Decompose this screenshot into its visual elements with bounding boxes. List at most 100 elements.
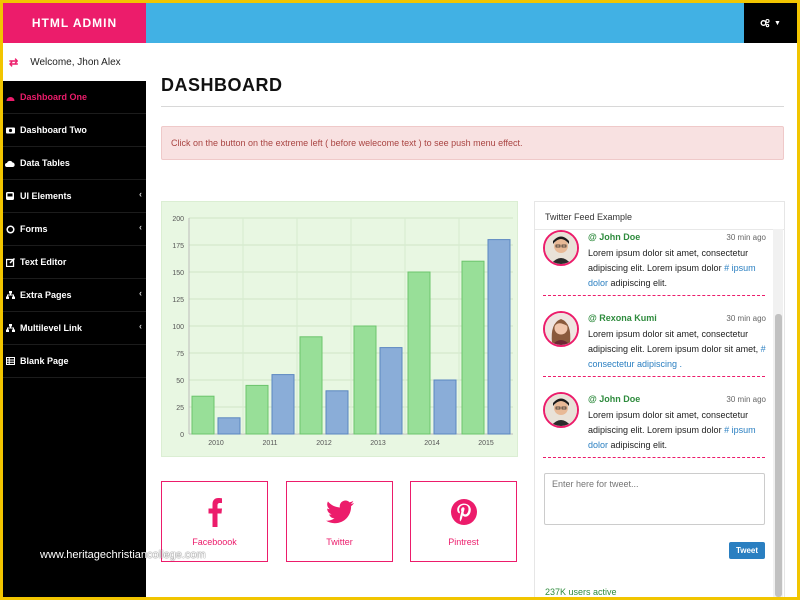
- tweet-item: @ John Doe 30 min ago Lorem ipsum dolor …: [543, 392, 768, 458]
- chevron-left-icon: ‹: [139, 321, 142, 331]
- tweet-button[interactable]: Tweet: [729, 542, 765, 559]
- brand-logo[interactable]: HTML ADMIN: [3, 3, 146, 43]
- sidebar-item-label: Multilevel Link: [20, 323, 83, 333]
- tweet-body-end: adipiscing elit.: [608, 278, 668, 288]
- y-tick-label: 25: [176, 405, 184, 412]
- sidebar-item-label: UI Elements: [20, 191, 72, 201]
- bar: [245, 384, 269, 435]
- sidebar-item-label: Forms: [20, 224, 48, 234]
- page-title: DASHBOARD: [161, 75, 283, 95]
- welcome-bar: ⇄ Welcome, Jhon Alex: [3, 43, 146, 81]
- tweet-time: 30 min ago: [726, 233, 766, 242]
- x-tick-label: 2011: [262, 440, 277, 447]
- sitemap-icon: [5, 323, 15, 333]
- tweet-text: Lorem ipsum dolor sit amet, consectetur …: [588, 327, 768, 372]
- scrollbar-thumb[interactable]: [775, 314, 782, 597]
- bar: [407, 271, 431, 435]
- tweet-input[interactable]: [544, 473, 765, 525]
- tweet-body: Lorem ipsum dolor sit amet, consectetur …: [588, 329, 759, 354]
- x-tick-label: 2015: [478, 440, 494, 447]
- table-icon: [5, 356, 15, 366]
- bar: [353, 325, 377, 435]
- sidebar-item-data-tables[interactable]: Data Tables: [3, 147, 146, 180]
- sidebar-item-ui-elements[interactable]: UI Elements ‹: [3, 180, 146, 213]
- tweet-text: Lorem ipsum dolor sit amet, consectetur …: [588, 408, 768, 453]
- twitter-label: Twitter: [326, 536, 353, 547]
- sidebar-item-dashboard-one[interactable]: Dashboard One: [3, 81, 146, 114]
- twitter-icon: [325, 497, 354, 527]
- chart-svg: 0 25 50 75 100 125 150 175 200 2010 2011 2012 2013 20…: [172, 216, 513, 447]
- bar: [487, 239, 511, 435]
- sidebar: Dashboard One Dashboard Two Data Tables …: [3, 81, 146, 597]
- cogs-icon: [760, 18, 770, 28]
- exchange-icon[interactable]: ⇄: [9, 56, 18, 69]
- bus-icon: [5, 191, 15, 201]
- sidebar-item-forms[interactable]: Forms ‹: [3, 213, 146, 246]
- avatar: [543, 392, 579, 428]
- bar: [217, 417, 241, 435]
- y-tick-label: 200: [172, 216, 184, 223]
- top-navbar: [146, 3, 744, 43]
- bar: [299, 336, 323, 435]
- tweet-time: 30 min ago: [726, 395, 766, 404]
- sidebar-item-label: Dashboard Two: [20, 125, 87, 135]
- y-tick-label: 50: [176, 378, 184, 385]
- pinterest-card[interactable]: Pintrest: [410, 481, 517, 562]
- y-tick-label: 0: [180, 432, 184, 439]
- tweet-author[interactable]: @ John Doe: [588, 232, 640, 242]
- tweet-item: @ Rexona Kumi 30 min ago Lorem ipsum dol…: [543, 311, 768, 377]
- sidebar-item-label: Blank Page: [20, 356, 69, 366]
- avatar: [543, 230, 579, 266]
- chevron-left-icon: ‹: [139, 189, 142, 199]
- bar: [379, 347, 403, 435]
- chevron-down-icon: ▼: [774, 19, 781, 27]
- edit-icon: [5, 257, 15, 267]
- sidebar-item-blank-page[interactable]: Blank Page: [3, 345, 146, 378]
- sidebar-item-multilevel-link[interactable]: Multilevel Link ‹: [3, 312, 146, 345]
- y-tick-label: 125: [172, 297, 184, 304]
- y-tick-label: 100: [172, 324, 184, 331]
- facebook-label: Faceboook: [192, 536, 237, 547]
- sitemap-icon: [5, 290, 15, 300]
- alert-message: Click on the button on the extreme left …: [161, 126, 784, 160]
- y-tick-label: 150: [172, 270, 184, 277]
- tweet-author[interactable]: @ Rexona Kumi: [588, 313, 657, 323]
- tweet-time: 30 min ago: [726, 314, 766, 323]
- avatar: [543, 311, 579, 347]
- x-tick-label: 2014: [424, 440, 440, 447]
- chevron-left-icon: ‹: [139, 288, 142, 298]
- tweet-body-end: adipiscing elit.: [608, 440, 668, 450]
- y-tick-label: 175: [172, 243, 184, 250]
- pinterest-label: Pintrest: [448, 536, 479, 547]
- y-tick-label: 75: [176, 351, 184, 358]
- sidebar-item-text-editor[interactable]: Text Editor: [3, 246, 146, 279]
- twitter-card[interactable]: Twitter: [286, 481, 393, 562]
- bar: [191, 395, 215, 435]
- cloud-icon: [5, 158, 15, 168]
- dashboard-icon: [5, 92, 15, 102]
- camera-icon: [5, 125, 15, 135]
- users-active-count: 237K users active: [545, 587, 617, 597]
- welcome-text: Welcome, Jhon Alex: [30, 56, 121, 68]
- app-frame: HTML ADMIN ▼ ⇄ Welcome, Jhon Alex Dashbo…: [3, 3, 797, 597]
- facebook-icon: [207, 497, 223, 527]
- tweet-text: Lorem ipsum dolor sit amet, consectetur …: [588, 246, 768, 291]
- sidebar-item-label: Dashboard One: [20, 92, 88, 102]
- chevron-left-icon: ‹: [139, 222, 142, 232]
- watermark: www.heritagechristiancollege.com: [40, 549, 206, 561]
- bar-chart: 0 25 50 75 100 125 150 175 200 2010 2011 2012 2013 20…: [161, 201, 518, 457]
- bar: [433, 379, 457, 435]
- settings-dropdown[interactable]: ▼: [744, 3, 797, 43]
- tweet-author[interactable]: @ John Doe: [588, 394, 640, 404]
- tweet-item: @ John Doe 30 min ago Lorem ipsum dolor …: [543, 230, 768, 296]
- pinterest-icon: [450, 497, 478, 527]
- sidebar-item-extra-pages[interactable]: Extra Pages ‹: [3, 279, 146, 312]
- sidebar-item-dashboard-two[interactable]: Dashboard Two: [3, 114, 146, 147]
- sidebar-item-label: Text Editor: [20, 257, 67, 267]
- bar: [271, 374, 295, 435]
- twitter-feed-title: Twitter Feed Example: [545, 212, 633, 222]
- bar: [325, 390, 349, 435]
- x-tick-label: 2010: [208, 440, 224, 447]
- brand-title: HTML ADMIN: [31, 16, 118, 30]
- twitter-feed-panel: Twitter Feed Example @ John Doe 30 min a…: [534, 201, 785, 597]
